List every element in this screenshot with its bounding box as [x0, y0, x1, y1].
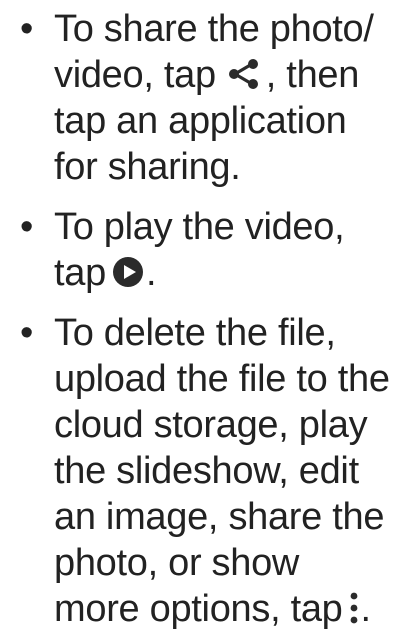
share-icon [228, 58, 258, 89]
more-options-icon [350, 592, 357, 624]
text-fragment: . [360, 588, 372, 630]
text-line: the slideshow, edit [54, 450, 359, 492]
text-line: tap an application [54, 100, 347, 142]
text-line: To play the video, [54, 206, 345, 248]
list-item-play: • To play the video, tap. [0, 204, 406, 296]
text-line: for sharing. [54, 146, 241, 188]
text-line: To share the photo/ [54, 8, 374, 50]
text-fragment: . [145, 252, 157, 294]
bullet: • [20, 206, 34, 248]
text-fragment: tap [54, 252, 106, 294]
text-line: tap. [54, 250, 398, 296]
bullet: • [20, 8, 34, 50]
text-line: photo, or show [54, 542, 300, 584]
text-fragment: , then [265, 54, 360, 96]
list-item-share: • To share the photo/ video, tap , then t… [0, 0, 406, 190]
text-fragment: more options, tap [54, 588, 343, 630]
text-line: an image, share the [54, 496, 385, 538]
text-line: cloud storage, play [54, 404, 368, 446]
play-circle-icon [112, 256, 143, 287]
text-line: upload the file to the [54, 358, 390, 400]
instruction-list: • To share the photo/ video, tap , then t… [0, 0, 406, 632]
text-line: To delete the file, [54, 312, 336, 354]
text-fragment: video, tap [54, 54, 216, 96]
bullet: • [20, 312, 34, 354]
list-item-more-options: • To delete the file, upload the file to… [0, 310, 406, 632]
text-line: video, tap , then [54, 52, 398, 98]
text-line: more options, tap. [54, 586, 398, 632]
